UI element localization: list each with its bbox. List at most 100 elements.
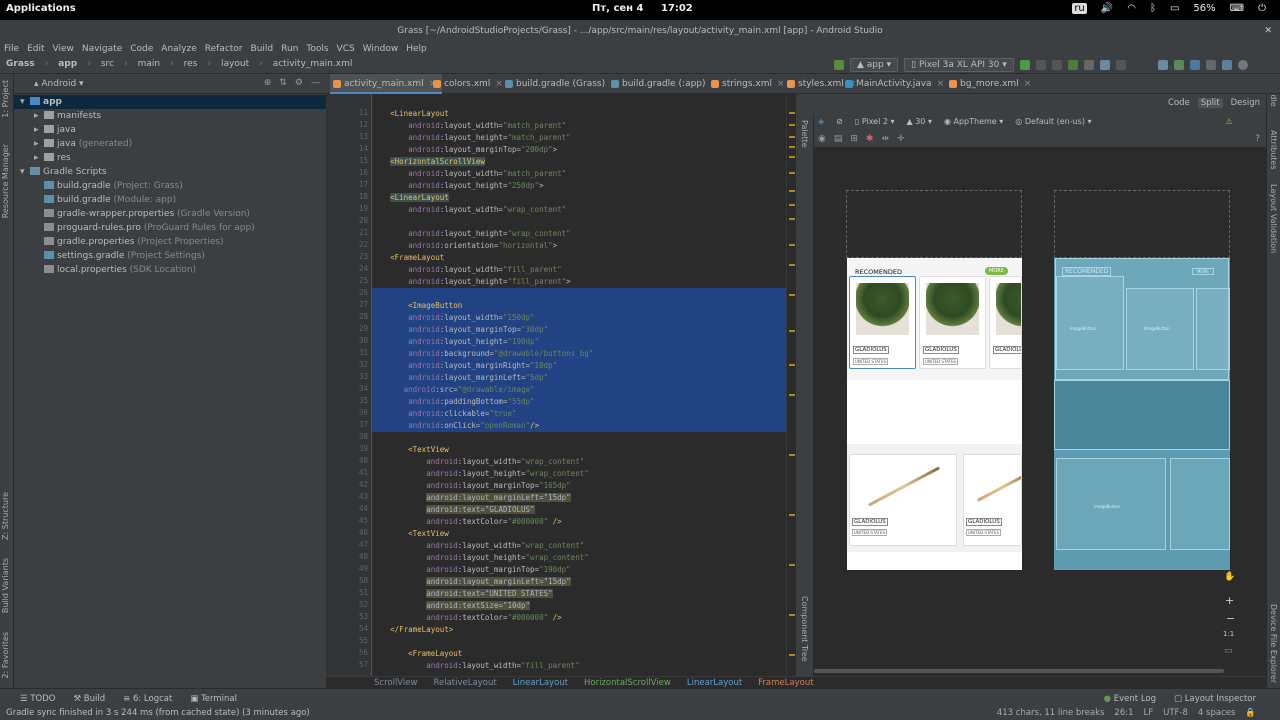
warning-marker[interactable] [789, 394, 795, 396]
gear-icon[interactable]: ⚙ [295, 78, 303, 88]
component-tree-tab[interactable]: Component Tree [800, 596, 809, 662]
breadcrumb-item[interactable]: Grass [6, 59, 35, 69]
xml-breadcrumb-item[interactable]: LinearLayout [687, 677, 742, 688]
blueprint-toggle-icon[interactable]: ⊘ [836, 117, 843, 126]
warning-marker[interactable] [789, 514, 795, 516]
layers-icon[interactable]: ◈ [818, 117, 824, 126]
code-line[interactable]: <ImageButton [372, 300, 786, 312]
margins-icon[interactable]: ▤ [834, 134, 843, 144]
breadcrumb-item[interactable]: src [101, 59, 114, 69]
tool-tab-resource-manager[interactable]: Resource Manager [1, 144, 10, 218]
zoom-in-icon[interactable]: + [1225, 594, 1234, 607]
code-line[interactable]: android:textColor="#000000" /> [372, 612, 786, 624]
code-line[interactable]: android:layout_width="fill_parent" [372, 660, 786, 672]
lock-icon[interactable]: 🔒 [1245, 706, 1256, 720]
code-line[interactable]: android:layout_height="wrap_content" [372, 228, 786, 240]
code-line[interactable]: android:text="UNITED STATES" [372, 588, 786, 600]
tool-tab-project[interactable]: 1: Project [1, 80, 10, 118]
run-config-select[interactable]: ▲ app ▾ [850, 58, 899, 72]
menu-code[interactable]: Code [130, 42, 153, 56]
view-options-icon[interactable]: ◉ [818, 134, 826, 144]
code-line[interactable]: android:clickable="true" [372, 408, 786, 420]
project-tree-item[interactable]: settings.gradle (Project Settings) [14, 249, 326, 263]
editor-tab[interactable]: colors.xml × [430, 74, 509, 94]
tool-tab-layout-validation[interactable]: Layout Validation [1269, 184, 1278, 253]
code-line[interactable]: android:layout_height="250dp"> [372, 180, 786, 192]
code-line[interactable]: android:layout_height="wrap_content" [372, 552, 786, 564]
zoom-out-icon[interactable]: − [1226, 612, 1235, 625]
bluetooth-icon[interactable]: ᛒ [1150, 3, 1156, 14]
warning-marker[interactable] [789, 294, 795, 296]
editor-tab[interactable]: build.gradle (:app)× [608, 74, 724, 94]
warning-marker[interactable] [789, 654, 795, 656]
code-line[interactable]: android:layout_width="match_parent" [372, 120, 786, 132]
xml-breadcrumb-item[interactable]: FrameLayout [758, 677, 813, 688]
breadcrumb-item[interactable]: res [184, 59, 198, 69]
warning-marker[interactable] [789, 218, 795, 220]
blueprint-preview[interactable]: RECOMENDED MORE ImageButton ImageButton … [1054, 258, 1230, 570]
editor-tab[interactable]: build.gradle (Grass)× [502, 74, 624, 94]
expand-arrow-icon[interactable]: ▸ [34, 151, 44, 165]
constraints-icon[interactable]: ⊞ [850, 134, 858, 144]
code-line[interactable]: android:layout_width="fill_parent" [372, 264, 786, 276]
warning-marker[interactable] [789, 124, 795, 126]
code-line[interactable]: </FrameLayout> [372, 624, 786, 636]
theme-select[interactable]: ◉ AppTheme ▾ [944, 117, 1003, 126]
project-view-select[interactable]: ▴ Android ▾ [34, 79, 84, 89]
design-preview[interactable]: RECOMENDED MORE GLADIOLUS UNITED STATES … [847, 258, 1022, 570]
code-line[interactable]: <TextView [372, 444, 786, 456]
code-line[interactable] [372, 636, 786, 648]
code-line[interactable] [372, 432, 786, 444]
pack-icon[interactable]: ⇹ [881, 134, 889, 144]
api-select[interactable]: ▲ 30 ▾ [907, 117, 932, 126]
warning-marker[interactable] [789, 264, 795, 266]
menu-navigate[interactable]: Navigate [82, 42, 122, 56]
warning-marker[interactable] [789, 454, 795, 456]
warning-marker[interactable] [789, 190, 795, 192]
file-encoding[interactable]: UTF-8 [1163, 706, 1188, 720]
breadcrumb-item[interactable]: main [138, 59, 161, 69]
project-tree-item[interactable]: ▸ manifests [14, 109, 326, 123]
palette-tab[interactable]: Palette [800, 120, 809, 148]
code-line[interactable] [372, 288, 786, 300]
code-line[interactable]: <LinearLayout [372, 108, 786, 120]
applications-menu[interactable]: Applications [6, 3, 76, 14]
apply-changes-icon[interactable] [1051, 60, 1062, 70]
code-line[interactable]: <FrameLayout [372, 252, 786, 264]
code-line[interactable]: android:layout_height="match_parent" [372, 132, 786, 144]
menu-edit[interactable]: Edit [27, 42, 44, 56]
expand-arrow-icon[interactable]: ▸ [34, 123, 44, 137]
warning-marker[interactable] [789, 614, 795, 616]
code-line[interactable]: android:layout_width="wrap_content" [372, 540, 786, 552]
editor-tab[interactable]: MainActivity.java × [842, 74, 950, 94]
warning-marker[interactable] [789, 204, 795, 206]
zoom-actual-size[interactable]: 1:1 [1223, 630, 1234, 638]
power-icon[interactable]: ⏻ [1258, 3, 1266, 14]
project-tree-item[interactable]: ▾ app [14, 95, 326, 109]
mode-code-button[interactable]: Code [1168, 98, 1190, 108]
sdk-manager-icon[interactable] [1189, 60, 1200, 70]
code-line[interactable]: android:layout_marginTop="165dp" [372, 480, 786, 492]
code-line[interactable]: android:layout_width="match_parent" [372, 168, 786, 180]
breadcrumb-item[interactable]: app [58, 59, 77, 69]
warning-marker[interactable] [789, 136, 795, 138]
tool-tab-structure[interactable]: Z: Structure [1, 492, 10, 540]
layout-inspector-tool[interactable]: ▢ Layout Inspector [1174, 694, 1256, 704]
menu-view[interactable]: View [53, 42, 74, 56]
device-manager-icon[interactable] [1221, 60, 1232, 70]
code-line[interactable]: android:layout_width="wrap_content" [372, 456, 786, 468]
terminal-tool[interactable]: ▣ Terminal [190, 694, 237, 704]
code-line[interactable]: android:layout_width="wrap_content" [372, 204, 786, 216]
project-tree-item[interactable]: local.properties (SDK Location) [14, 263, 326, 277]
project-tree-item[interactable]: build.gradle (Project: Grass) [14, 179, 326, 193]
code-line[interactable]: android:layout_height="190dp" [372, 336, 786, 348]
device-select-design[interactable]: ▯ Pixel 2 ▾ [855, 117, 895, 126]
code-line[interactable] [372, 216, 786, 228]
logcat-tool[interactable]: ≡ 6: Logcat [123, 694, 172, 704]
code-line[interactable]: <HorizontalScrollView [372, 156, 786, 168]
zoom-fit-icon[interactable]: ▭ [1224, 646, 1233, 656]
menu-refactor[interactable]: Refactor [205, 42, 243, 56]
attach-debugger-icon[interactable] [1099, 60, 1110, 70]
profile-icon[interactable] [1083, 60, 1094, 70]
battery-icon[interactable]: ▭ [1170, 3, 1179, 14]
